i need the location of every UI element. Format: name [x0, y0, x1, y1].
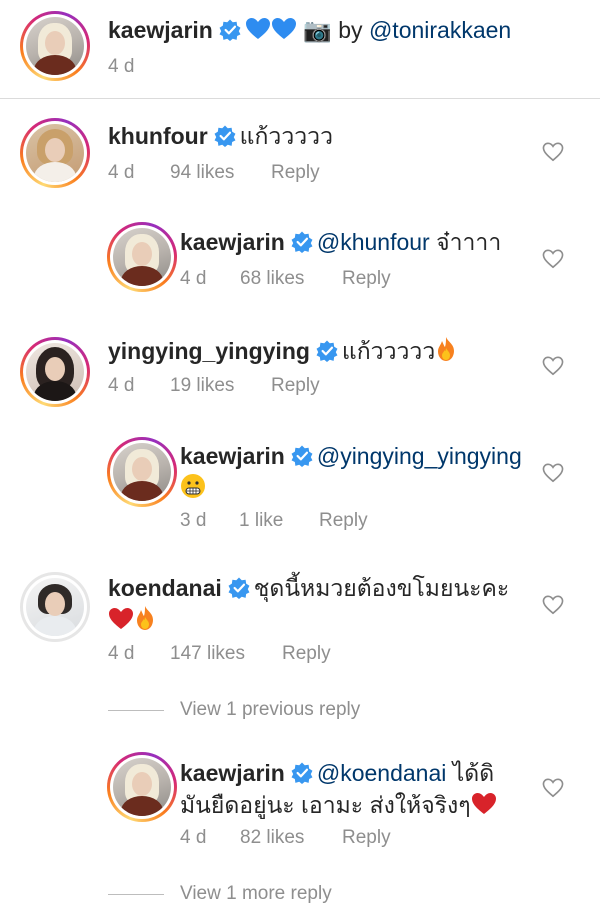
- fire-emoji-icon: [137, 606, 153, 630]
- caption-divider: [0, 98, 600, 99]
- reply-username[interactable]: kaewjarin: [180, 443, 285, 469]
- caption-time: 4 d: [108, 56, 135, 77]
- verified-badge-icon: [228, 577, 250, 599]
- comment-username[interactable]: koendanai: [108, 575, 222, 601]
- verified-badge-icon: [316, 340, 338, 362]
- caption-avatar[interactable]: [20, 11, 90, 81]
- reply-mention[interactable]: @khunfour: [317, 229, 430, 255]
- comment-meta: 4 d 94 likes Reply: [108, 162, 320, 184]
- comment-avatar-khunfour[interactable]: [20, 118, 90, 188]
- reply-text: kaewjarin @koendanai ได้ดิ: [180, 757, 494, 789]
- blue-heart-icon: [271, 18, 296, 39]
- comment-likes[interactable]: 147 likes: [170, 643, 282, 665]
- like-heart-icon[interactable]: [542, 595, 564, 615]
- comment-emoji-line: [108, 604, 156, 636]
- comment-avatar-yingying[interactable]: [20, 337, 90, 407]
- reply-text-line2: มันยืดอยู่นะ เอามะ ส่งให้จริงๆ: [180, 789, 497, 821]
- comment-avatar-koendanai[interactable]: [20, 572, 90, 642]
- thread-line: [108, 893, 164, 895]
- comment-time: 4 d: [108, 375, 135, 396]
- reply-body-line2: มันยืดอยู่นะ เอามะ ส่งให้จริงๆ: [180, 792, 471, 818]
- grimace-emoji-line: [180, 472, 206, 504]
- caption-text: kaewjarin 📷 by @tonirakkaen: [108, 14, 511, 46]
- comment-time: 4 d: [108, 643, 135, 664]
- reply-avatar-kaewjarin[interactable]: [107, 437, 177, 507]
- comment-text: yingying_yingying แก้ววววว: [108, 335, 457, 367]
- view-replies-label[interactable]: View 1 more reply: [180, 883, 332, 905]
- comment-likes[interactable]: 19 likes: [170, 375, 271, 397]
- reply-button[interactable]: Reply: [271, 375, 320, 397]
- reply-body: ได้ดิ: [446, 760, 495, 786]
- thread-line: [108, 709, 164, 711]
- like-heart-icon[interactable]: [542, 463, 564, 483]
- comment-meta: 4 d 19 likes Reply: [108, 375, 320, 397]
- comment-body: แก้ววววว: [341, 338, 436, 364]
- comment-username[interactable]: khunfour: [108, 123, 208, 149]
- red-heart-emoji-icon: [471, 793, 496, 814]
- comment-likes[interactable]: 94 likes: [170, 162, 271, 184]
- reply-button[interactable]: Reply: [342, 827, 391, 849]
- reply-meta: 3 d 1 like Reply: [180, 510, 368, 532]
- view-replies-label[interactable]: View 1 previous reply: [180, 699, 360, 721]
- verified-badge-icon: [291, 445, 313, 467]
- caption-mention[interactable]: @tonirakkaen: [369, 17, 511, 43]
- reply-username[interactable]: kaewjarin: [180, 760, 285, 786]
- like-heart-icon[interactable]: [542, 249, 564, 269]
- verified-badge-icon: [219, 19, 241, 41]
- reply-time: 4 d: [180, 268, 207, 289]
- reply-time: 3 d: [180, 510, 207, 531]
- like-heart-icon[interactable]: [542, 778, 564, 798]
- reply-button[interactable]: Reply: [319, 510, 368, 532]
- reply-text: kaewjarin @yingying_yingying: [180, 440, 522, 472]
- comment-username[interactable]: yingying_yingying: [108, 338, 310, 364]
- like-heart-icon[interactable]: [542, 142, 564, 162]
- reply-meta: 4 d 82 likes Reply: [180, 827, 391, 849]
- reply-meta: 4 d 68 likes Reply: [180, 268, 391, 290]
- blue-heart-icon: [245, 18, 270, 39]
- grimacing-face-emoji-icon: [181, 474, 205, 498]
- comment-body: ชุดนี้หมวยต้องขโมยนะคะ: [253, 575, 510, 601]
- verified-badge-icon: [291, 231, 313, 253]
- comment-text: khunfour แก้ววววว: [108, 120, 333, 152]
- reply-likes[interactable]: 68 likes: [240, 268, 342, 290]
- reply-body: จ๋าาาา: [429, 229, 502, 255]
- comment-meta: 4 d 147 likes Reply: [108, 643, 331, 665]
- reply-avatar-kaewjarin[interactable]: [107, 222, 177, 292]
- fire-emoji-icon: [438, 337, 455, 361]
- comment-time: 4 d: [108, 162, 135, 183]
- verified-badge-icon: [214, 125, 236, 147]
- reply-button[interactable]: Reply: [342, 268, 391, 290]
- verified-badge-icon: [291, 762, 313, 784]
- reply-avatar-kaewjarin[interactable]: [107, 752, 177, 822]
- reply-username[interactable]: kaewjarin: [180, 229, 285, 255]
- comment-text: koendanai ชุดนี้หมวยต้องขโมยนะคะ: [108, 572, 509, 604]
- reply-likes[interactable]: 82 likes: [240, 827, 342, 849]
- caption-meta: 4 d: [108, 56, 134, 78]
- red-heart-emoji-icon: [109, 608, 133, 629]
- comment-body: แก้ววววว: [239, 123, 333, 149]
- like-heart-icon[interactable]: [542, 356, 564, 376]
- view-previous-replies-button[interactable]: View 1 previous reply: [108, 699, 360, 721]
- reply-button[interactable]: Reply: [271, 162, 320, 184]
- caption-body: 📷 by: [296, 17, 369, 43]
- reply-mention[interactable]: @koendanai: [317, 760, 447, 786]
- post-caption: kaewjarin 📷 by @tonirakkaen 4 d: [0, 0, 600, 99]
- reply-button[interactable]: Reply: [282, 643, 331, 665]
- reply-time: 4 d: [180, 827, 207, 848]
- reply-likes[interactable]: 1 like: [239, 510, 319, 532]
- reply-text: kaewjarin @khunfour จ๋าาาา: [180, 226, 501, 258]
- reply-mention[interactable]: @yingying_yingying: [317, 443, 522, 469]
- view-more-replies-button[interactable]: View 1 more reply: [108, 883, 332, 905]
- caption-username[interactable]: kaewjarin: [108, 17, 213, 43]
